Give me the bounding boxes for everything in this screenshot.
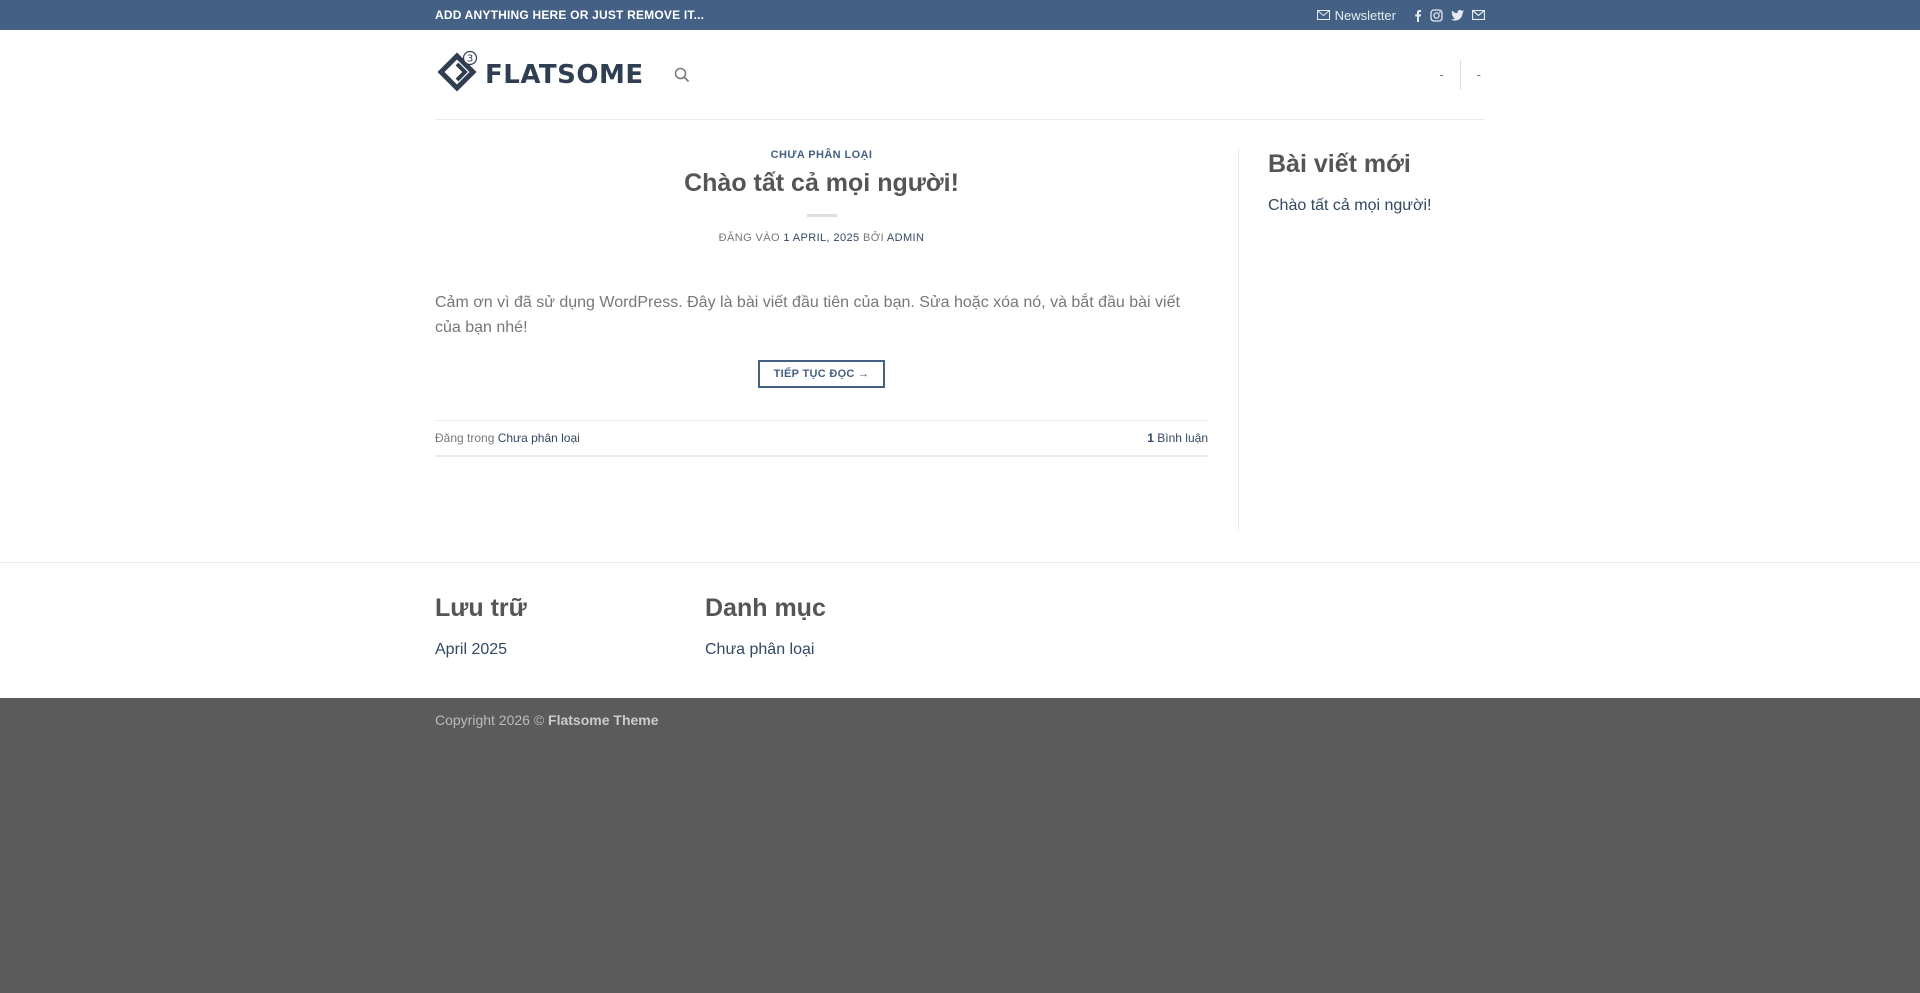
archive-link[interactable]: April 2025 bbox=[435, 641, 705, 659]
comment-count: 1 bbox=[1147, 431, 1154, 445]
category-title: Danh mục bbox=[705, 594, 826, 622]
post-excerpt: Cảm ơn vì đã sử dụng WordPress. Đây là b… bbox=[435, 294, 1180, 336]
absolute-footer: Copyright 2026 © Flatsome Theme bbox=[0, 698, 1920, 993]
search-icon[interactable] bbox=[674, 67, 690, 83]
header-nav-divider bbox=[1459, 59, 1461, 90]
read-more-button[interactable]: TIẾP TỤC ĐỌC → bbox=[757, 360, 886, 388]
sidebar-recent-post-link[interactable]: Chào tất cả mọi người! bbox=[1268, 197, 1485, 215]
header-nav-item-2[interactable]: - bbox=[1473, 67, 1485, 82]
post-author-link[interactable]: ADMIN bbox=[887, 232, 924, 244]
title-divider bbox=[806, 214, 837, 217]
copyright-text: Copyright 2026 © bbox=[435, 712, 545, 728]
facebook-icon[interactable] bbox=[1414, 9, 1422, 22]
category-widget: Danh mục Chưa phân loại bbox=[705, 594, 975, 659]
newsletter-link[interactable]: Newsletter bbox=[1316, 7, 1396, 23]
archive-widget: Lưu trữ April 2025 bbox=[435, 594, 705, 659]
top-bar-promo-text: ADD ANYTHING HERE OR JUST REMOVE IT... bbox=[435, 8, 705, 22]
meta-by: BỞI bbox=[863, 232, 885, 244]
footer-widgets: Lưu trữ April 2025 Danh mục Chưa phân lo… bbox=[0, 562, 1920, 698]
envelope-icon bbox=[1316, 10, 1330, 20]
header-nav-item-1[interactable]: - bbox=[1435, 67, 1447, 82]
sidebar-divider bbox=[1238, 148, 1239, 531]
sidebar-title: Bài viết mới bbox=[1268, 150, 1411, 178]
logo-text: FLATSOME bbox=[485, 59, 644, 90]
logo-badge: 3 bbox=[467, 54, 473, 65]
posted-in-category-link[interactable]: Chưa phân loại bbox=[498, 431, 580, 445]
post-meta: ĐĂNG VÀO 1 APRIL, 2025 BỞI ADMIN bbox=[435, 232, 1208, 244]
logo-mark-icon: 3 bbox=[435, 50, 479, 99]
site-logo[interactable]: 3 FLATSOME bbox=[435, 50, 644, 99]
category-link[interactable]: Chưa phân loại bbox=[705, 641, 975, 659]
theme-name: Flatsome Theme bbox=[548, 712, 659, 728]
twitter-icon[interactable] bbox=[1451, 9, 1464, 21]
main-content: CHƯA PHÂN LOẠI Chào tất cả mọi người! ĐĂ… bbox=[0, 120, 1920, 562]
top-bar-right: Newsletter bbox=[1316, 7, 1485, 23]
copyright: Copyright 2026 © Flatsome Theme bbox=[435, 698, 1485, 728]
archive-title: Lưu trữ bbox=[435, 594, 527, 622]
top-bar: ADD ANYTHING HERE OR JUST REMOVE IT... N… bbox=[0, 0, 1920, 30]
email-icon[interactable] bbox=[1472, 10, 1485, 20]
blog-post: CHƯA PHÂN LOẠI Chào tất cả mọi người! ĐĂ… bbox=[435, 149, 1208, 531]
header-nav: - - bbox=[1435, 59, 1485, 90]
post-category[interactable]: CHƯA PHÂN LOẠI bbox=[435, 149, 1208, 161]
instagram-icon[interactable] bbox=[1430, 8, 1443, 22]
post-title[interactable]: Chào tất cả mọi người! bbox=[435, 169, 1208, 198]
post-footer: Đăng trong Chưa phân loại 1 Bình luận bbox=[435, 420, 1208, 457]
meta-prefix: ĐĂNG VÀO bbox=[718, 232, 780, 244]
comments-link[interactable]: 1 Bình luận bbox=[1147, 431, 1208, 445]
site-header: 3 FLATSOME - - bbox=[0, 30, 1920, 120]
posted-in-label: Đăng trong bbox=[435, 431, 495, 445]
comment-label: Bình luận bbox=[1157, 431, 1208, 445]
newsletter-label: Newsletter bbox=[1334, 7, 1396, 23]
post-date-link[interactable]: 1 APRIL, 2025 bbox=[783, 232, 859, 244]
sidebar: Bài viết mới Chào tất cả mọi người! bbox=[1268, 149, 1485, 531]
